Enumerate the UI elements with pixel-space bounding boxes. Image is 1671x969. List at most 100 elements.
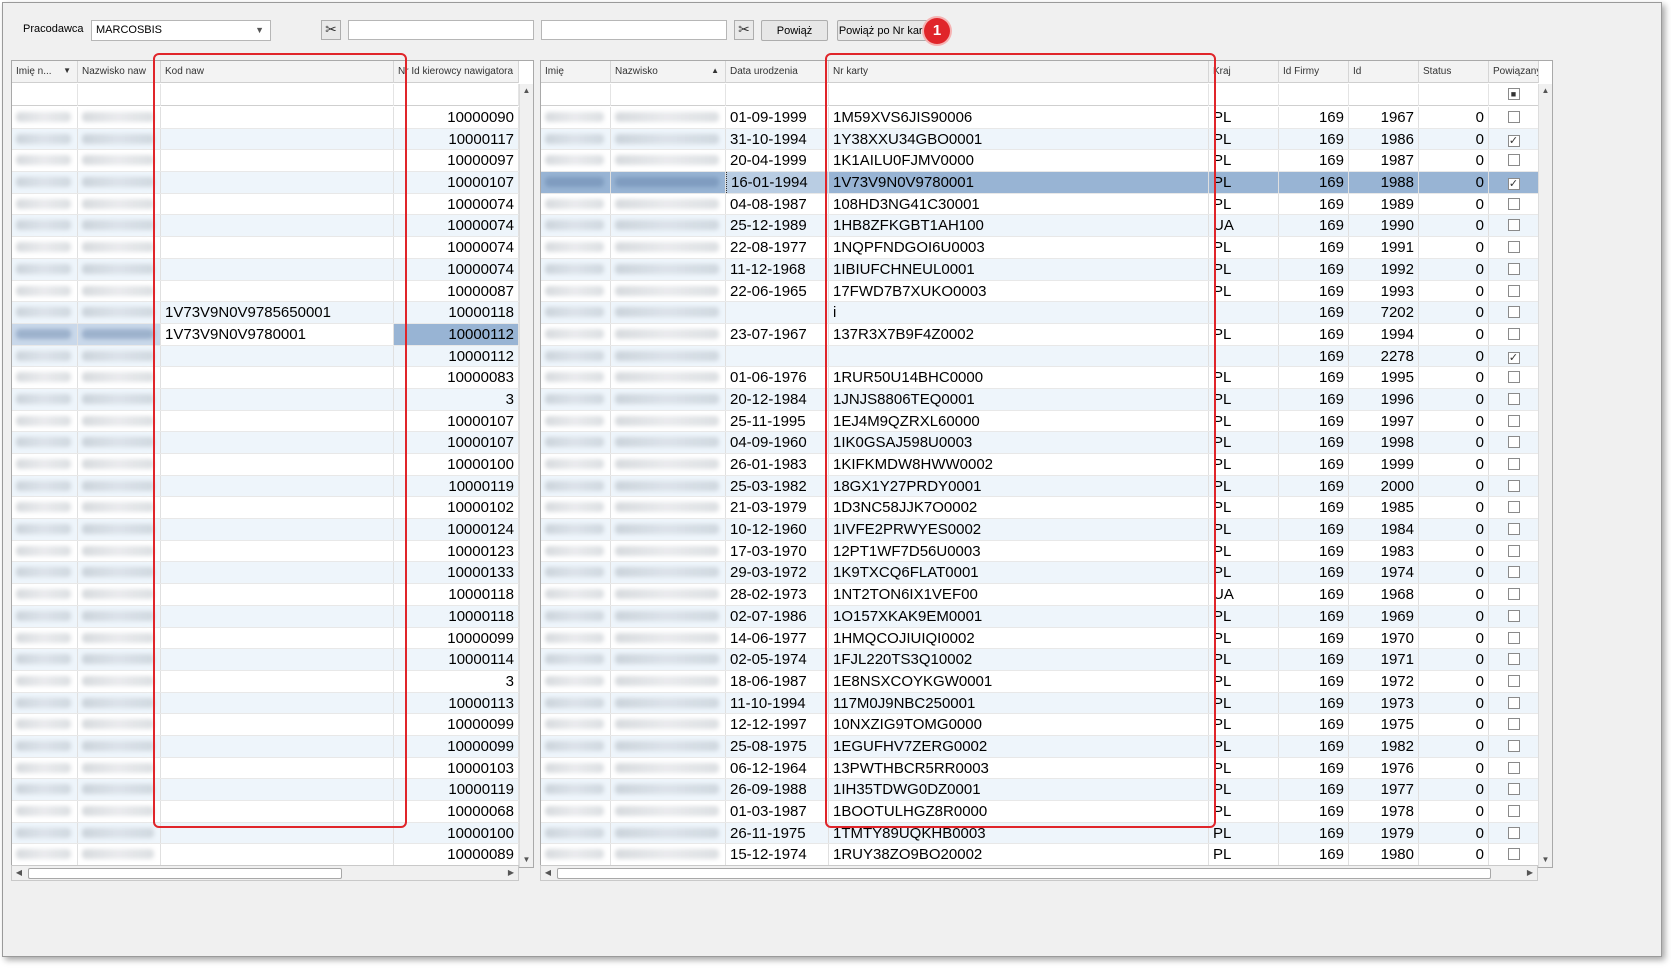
table-row[interactable]: 10000113 [12, 692, 519, 715]
checkbox-unchecked[interactable] [1507, 631, 1520, 644]
table-row[interactable]: 10000107 [12, 410, 519, 433]
table-row[interactable]: 169 2278 0 ✓ [541, 345, 1539, 368]
table-row[interactable]: 28-02-1973 1NT2TON6IX1VEF00 UA 169 1968 0 [541, 584, 1539, 606]
drivers-filter-row[interactable]: ■ [541, 84, 1539, 106]
checkbox-unchecked[interactable] [1507, 718, 1520, 731]
cell-nav-code[interactable] [161, 280, 394, 302]
table-row[interactable]: 17-03-1970 12PT1WF7D56U0003 PL 169 1983 0 [541, 540, 1539, 563]
checkbox-unchecked[interactable] [1507, 306, 1520, 319]
checkbox-unchecked[interactable] [1507, 458, 1520, 470]
table-row[interactable]: i 169 7202 0 [541, 302, 1539, 324]
table-row[interactable]: 12-12-1997 10NXZIG9TOMG0000 PL 169 1975 0 [541, 714, 1539, 736]
col-header-card-number[interactable]: Nr karty [829, 61, 1209, 83]
table-row[interactable]: 01-03-1987 1BOOTULHGZ8R0000 PL 169 1978 0 [541, 801, 1539, 823]
table-row[interactable]: 10000087 [12, 280, 519, 303]
table-row[interactable]: 26-11-1975 1TMTY89UQKHB0003 PL 169 1979 0 [541, 822, 1539, 845]
checkbox-unchecked[interactable] [1507, 479, 1520, 492]
table-row[interactable]: 21-03-1979 1D3NC58JJK7O0002 PL 169 1985 0 [541, 497, 1539, 520]
table-row[interactable]: 10000107 [12, 432, 519, 454]
table-row[interactable]: 10000099 [12, 714, 519, 736]
cell-nav-code[interactable] [161, 497, 394, 519]
filter-arrow-icon[interactable]: ▼ [63, 66, 71, 75]
table-row[interactable]: 10000068 [12, 801, 519, 823]
table-row[interactable]: 10000099 [12, 627, 519, 650]
table-row[interactable]: 29-03-1972 1K9TXCQ6FLAT0001 PL 169 1974 0 [541, 562, 1539, 585]
table-row[interactable]: 10000100 [12, 822, 519, 845]
table-row[interactable]: 10000117 [12, 128, 519, 151]
table-row[interactable]: 10000118 [12, 584, 519, 606]
cell-nav-code[interactable] [161, 454, 394, 475]
unlink-right-button[interactable]: ✂ [734, 20, 754, 40]
left-vertical-scrollbar[interactable]: ▲ ▼ [519, 84, 533, 867]
checkbox-checked[interactable]: ✓ [1507, 178, 1520, 191]
table-row[interactable]: 22-06-1965 17FWD7B7XUKO0003 PL 169 1993 0 [541, 280, 1539, 303]
cell-nav-code[interactable] [161, 649, 394, 670]
cell-nav-code[interactable] [161, 258, 394, 280]
cell-nav-code[interactable] [161, 215, 394, 237]
cell-nav-code[interactable] [161, 757, 394, 779]
table-row[interactable]: 1V73V9N0V9785650001 10000118 [12, 302, 519, 324]
scroll-right-icon[interactable]: ▶ [504, 866, 518, 880]
checkbox-unchecked[interactable] [1507, 392, 1520, 405]
cell-nav-code[interactable] [161, 107, 394, 128]
table-row[interactable]: 25-12-1989 1HB8ZFKGBT1AH100 UA 169 1990 0 [541, 215, 1539, 238]
scroll-right-icon[interactable]: ▶ [1523, 866, 1537, 880]
cell-nav-code[interactable] [161, 801, 394, 822]
cell-nav-code[interactable] [161, 692, 394, 714]
checkbox-unchecked[interactable] [1507, 501, 1520, 514]
col-header-status[interactable]: Status [1419, 61, 1489, 83]
checkbox-unchecked[interactable] [1507, 609, 1520, 622]
cell-nav-code[interactable] [161, 540, 394, 562]
checkbox-unchecked[interactable] [1507, 805, 1520, 817]
checkbox-unchecked[interactable] [1507, 414, 1520, 427]
scroll-left-icon[interactable]: ◀ [541, 866, 555, 880]
checkbox-unchecked[interactable] [1507, 371, 1520, 384]
cell-nav-code[interactable] [161, 714, 394, 735]
checkbox-unchecked[interactable] [1507, 544, 1520, 557]
table-row[interactable]: 10000118 [12, 605, 519, 628]
cell-nav-code[interactable] [161, 345, 394, 367]
col-header-id[interactable]: Id [1349, 61, 1419, 83]
col-header-birth-date[interactable]: Data urodzenia [726, 61, 829, 83]
table-row[interactable]: 10000103 [12, 757, 519, 780]
chevron-down-icon[interactable]: ▼ [255, 25, 264, 35]
table-row[interactable]: 23-07-1967 137R3X7B9F4Z0002 PL 169 1994 0 [541, 323, 1539, 346]
right-vertical-scrollbar[interactable]: ▲ ▼ [1538, 84, 1552, 867]
cell-nav-code[interactable] [161, 172, 394, 193]
table-row[interactable]: 10000133 [12, 562, 519, 585]
cell-nav-code[interactable] [161, 562, 394, 584]
table-row[interactable]: 20-04-1999 1K1AILU0FJMV0000 PL 169 1987 0 [541, 150, 1539, 173]
checkbox-unchecked[interactable] [1507, 523, 1520, 536]
checkbox-checked[interactable]: ✓ [1507, 351, 1520, 364]
table-row[interactable]: 10000090 [12, 107, 519, 129]
table-row[interactable]: 10000089 [12, 844, 519, 867]
table-row[interactable]: 22-08-1977 1NQPFNDGOI6U0003 PL 169 1991 0 [541, 237, 1539, 259]
left-filter-input[interactable] [348, 20, 534, 40]
cell-nav-code[interactable] [161, 735, 394, 757]
table-row[interactable]: 11-12-1968 1IBIUFCHNEUL0001 PL 169 1992 0 [541, 258, 1539, 281]
table-row[interactable]: 10000097 [12, 150, 519, 173]
col-header-driver-id[interactable]: Nr Id kierowcy nawigatora [394, 61, 519, 83]
checkbox-unchecked[interactable] [1507, 783, 1520, 796]
cell-nav-code[interactable] [161, 475, 394, 497]
scroll-up-icon[interactable]: ▲ [1539, 84, 1552, 98]
cell-nav-code[interactable] [161, 822, 394, 844]
table-row[interactable]: 10000123 [12, 540, 519, 563]
table-row[interactable]: 14-06-1977 1HMQCOJIUIQI0002 PL 169 1970 0 [541, 627, 1539, 650]
checkbox-unchecked[interactable] [1507, 241, 1520, 254]
table-row[interactable]: 10000074 [12, 215, 519, 238]
col-header-linked[interactable]: Powiązany [1489, 61, 1539, 83]
checkbox-unchecked[interactable] [1507, 848, 1520, 861]
checkbox-unchecked[interactable] [1507, 653, 1520, 666]
checkbox-unchecked[interactable] [1507, 154, 1520, 167]
checkbox-unchecked[interactable] [1507, 436, 1520, 449]
table-row[interactable]: 3 [12, 388, 519, 411]
table-row[interactable]: 26-09-1988 1IH35TDWG0DZ0001 PL 169 1977 0 [541, 779, 1539, 801]
col-header-country[interactable]: Kraj [1209, 61, 1279, 83]
cell-nav-code[interactable] [161, 844, 394, 866]
table-row[interactable]: 10-12-1960 1IVFE2PRWYES0002 PL 169 1984 0 [541, 519, 1539, 541]
right-scroll-thumb[interactable] [557, 868, 1491, 879]
scroll-down-icon[interactable]: ▼ [1539, 853, 1552, 867]
cell-nav-code[interactable] [161, 627, 394, 649]
checkbox-unchecked[interactable] [1507, 111, 1520, 123]
